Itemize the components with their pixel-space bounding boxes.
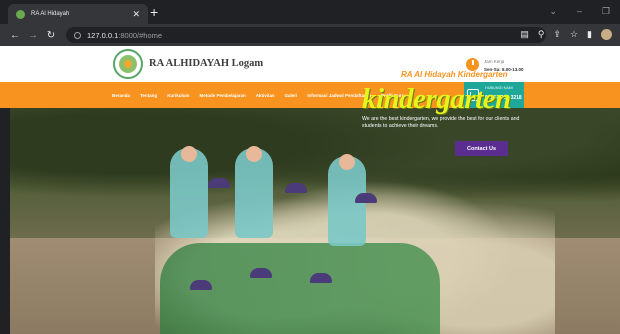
window-controls: ⌄ – ❐ <box>549 6 610 17</box>
hero-description: We are the best kindergarten, we provide… <box>362 116 520 129</box>
hero-subtitle: RA Al Hidayah Kindergarten <box>401 70 508 79</box>
share-icon[interactable]: ⇪ <box>553 29 561 40</box>
site-header: RA ALHIDAYAH Logam Jam Kerja Sen-Sa: 8.0… <box>0 46 620 82</box>
child-hat <box>190 280 212 290</box>
bookmark-star-icon[interactable]: ☆ <box>570 29 578 40</box>
url-path: :8000/#home <box>118 30 163 40</box>
hours-label: Jam Kerja <box>484 59 505 64</box>
contact-us-button[interactable]: Contact Us <box>455 141 508 156</box>
reload-icon[interactable]: ↻ <box>42 30 60 41</box>
search-icon[interactable]: ⚲ <box>538 29 545 40</box>
face <box>181 146 197 162</box>
sidepanel-icon[interactable]: ▮ <box>587 29 592 40</box>
tab-close-icon[interactable]: ✕ <box>132 9 140 20</box>
face <box>339 154 355 170</box>
site-info-icon[interactable] <box>74 31 81 39</box>
tab-title: RA Al Hidayah <box>31 11 70 17</box>
nav-item-kurikulum[interactable]: Kurikulum <box>167 93 189 98</box>
browser-toolbar: ← → ↻ 127.0.0.1 :8000/#home ▤ ⚲ ⇪ ☆ ▮ <box>0 24 620 46</box>
restore-icon[interactable]: ❐ <box>602 6 610 17</box>
forward-icon[interactable]: → <box>24 30 42 41</box>
face <box>246 146 262 162</box>
browser-tab-strip: RA Al Hidayah ✕ + ⌄ – ❐ <box>0 0 620 24</box>
hero-banner <box>10 108 620 334</box>
url-host: 127.0.0.1 <box>87 30 119 40</box>
child-hat <box>310 273 332 283</box>
nav-item-metode[interactable]: Metode Pembelajaran <box>199 93 245 98</box>
nav-item-galeri[interactable]: Galeri <box>284 93 297 98</box>
school-logo[interactable] <box>113 49 143 79</box>
child-hat <box>285 183 307 193</box>
browser-tab[interactable]: RA Al Hidayah ✕ <box>8 4 148 24</box>
main-navigation: Beranda Tentang Kurikulum Metode Pembela… <box>0 82 620 108</box>
profile-avatar[interactable] <box>601 29 612 40</box>
favicon-icon <box>16 9 25 19</box>
nav-item-beranda[interactable]: Beranda <box>112 93 130 98</box>
address-bar[interactable]: 127.0.0.1 :8000/#home <box>66 27 546 43</box>
child-hat <box>355 193 377 203</box>
nav-item-tentang[interactable]: Tentang <box>140 93 157 98</box>
site-name[interactable]: RA ALHIDAYAH Logam <box>149 58 263 69</box>
toolbar-icons: ▤ ⚲ ⇪ ☆ ▮ <box>520 29 612 40</box>
tab-search-icon[interactable]: ⌄ <box>549 6 557 17</box>
minimize-icon[interactable]: – <box>577 6 582 17</box>
child-hat <box>250 268 272 278</box>
read-later-icon[interactable]: ▤ <box>520 29 529 40</box>
new-tab-button[interactable]: + <box>150 5 158 19</box>
hero-title: kindergarten <box>362 83 511 115</box>
back-icon[interactable]: ← <box>6 30 24 41</box>
nav-item-aktivitas[interactable]: Aktivitas <box>256 93 275 98</box>
child-hat <box>208 178 230 188</box>
